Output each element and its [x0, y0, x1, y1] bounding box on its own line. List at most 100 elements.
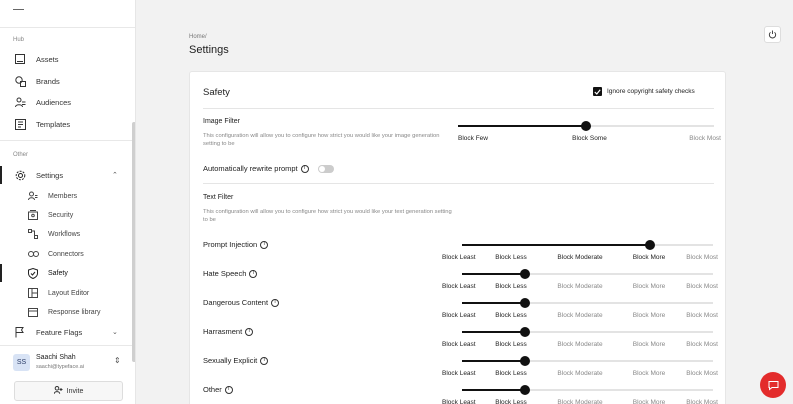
slider-option-label[interactable]: Block Less [495, 254, 526, 261]
divider [0, 140, 135, 141]
slider-option-label[interactable]: Block Most [686, 254, 718, 261]
sidebar-item-label: Members [48, 192, 78, 200]
slider-track[interactable] [462, 385, 713, 395]
text-filter-title: Text Filter [203, 194, 234, 201]
user-account[interactable]: SS Saachi Shah saachi@typeface.ai ⇕ [0, 348, 135, 378]
brands-icon [14, 75, 26, 87]
slider-option-label[interactable]: Block Few [458, 135, 488, 142]
info-icon[interactable]: i [260, 240, 269, 249]
sidebar-item-members[interactable]: Members [0, 187, 128, 205]
switch-account-icon[interactable]: ⇕ [114, 356, 121, 365]
sidebar-item-label: Connectors [48, 250, 84, 258]
slider-option-label[interactable]: Block Moderate [557, 370, 602, 377]
info-icon[interactable]: i [249, 269, 258, 278]
sidebar-item-workflows[interactable]: Workflows [0, 225, 128, 243]
chat-button[interactable] [760, 372, 786, 398]
slider-thumb[interactable] [519, 269, 530, 279]
slider-fill [462, 360, 525, 362]
slider-option-label[interactable]: Block Less [495, 312, 526, 319]
slider-option-label[interactable]: Block Some [572, 135, 607, 142]
slider-option-label[interactable]: Block Most [689, 135, 721, 142]
slider-option-label[interactable]: Block Least [442, 341, 476, 348]
sidebar-item-layout-editor[interactable]: Layout Editor [0, 284, 128, 302]
info-icon[interactable]: i [224, 385, 233, 394]
chevron-up-icon[interactable]: ⌃ [112, 171, 118, 179]
info-icon[interactable]: i [245, 327, 254, 336]
slider-option-label[interactable]: Block Least [442, 312, 476, 319]
image-filter-title: Image Filter [203, 118, 240, 125]
slider-option-label[interactable]: Block Moderate [557, 283, 602, 290]
slider-option-label[interactable]: Block Least [442, 254, 476, 261]
sidebar-item-feature-flags[interactable]: Feature Flags ⌄ [0, 323, 128, 341]
info-icon[interactable]: i [260, 356, 269, 365]
menu-icon[interactable] [13, 9, 24, 10]
slider-thumb[interactable] [645, 240, 656, 250]
slider-option-label[interactable]: Block Less [495, 370, 526, 377]
slider-track[interactable] [462, 298, 713, 308]
slider-option-label[interactable]: Block Less [495, 283, 526, 290]
slider-option-label[interactable]: Block Least [442, 283, 476, 290]
auto-rewrite-toggle[interactable] [317, 164, 334, 173]
sidebar-item-brands[interactable]: Brands [0, 72, 128, 90]
gear-icon [14, 169, 26, 181]
info-icon[interactable]: i [271, 298, 280, 307]
ignore-copyright-label: Ignore copyright safety checks [607, 88, 695, 95]
slider-track[interactable] [462, 240, 713, 250]
slider-option-label[interactable]: Block Most [686, 399, 718, 404]
divider [203, 183, 714, 184]
slider-track[interactable] [462, 269, 713, 279]
slider-thumb[interactable] [519, 385, 530, 395]
auto-rewrite-label: Automatically rewrite prompt [203, 164, 298, 173]
slider-thumb[interactable] [519, 298, 530, 308]
slider-thumb[interactable] [519, 356, 530, 366]
text-filter-row-label: Harrasment i [203, 327, 254, 336]
slider-fill [462, 331, 525, 333]
sidebar-item-assets[interactable]: Assets [0, 50, 128, 68]
sidebar-item-templates[interactable]: Templates [0, 115, 128, 133]
slider-track[interactable] [458, 121, 714, 131]
sidebar-item-settings[interactable]: Settings ⌃ [0, 166, 128, 184]
breadcrumb[interactable]: Home/ [189, 34, 207, 40]
section-label-other: Other [13, 152, 29, 158]
row-label-text: Harrasment [203, 327, 243, 336]
ignore-copyright-checkbox[interactable]: Ignore copyright safety checks [593, 87, 695, 96]
slider-thumb[interactable] [519, 327, 530, 337]
slider-option-label[interactable]: Block Moderate [557, 254, 602, 261]
row-label-text: Other [203, 385, 222, 394]
slider-track[interactable] [462, 327, 713, 337]
slider-option-label[interactable]: Block Least [442, 370, 476, 377]
checkbox-checked-icon[interactable] [593, 87, 602, 96]
invite-button[interactable]: Invite [14, 381, 123, 401]
slider-option-label[interactable]: Block More [633, 283, 666, 290]
slider-option-label[interactable]: Block Moderate [557, 312, 602, 319]
slider-thumb[interactable] [581, 121, 591, 131]
sidebar-item-audiences[interactable]: Audiences [0, 93, 128, 111]
sidebar-item-response-library[interactable]: Response library [0, 303, 128, 321]
sidebar-item-connectors[interactable]: Connectors [0, 245, 128, 263]
slider-track[interactable] [462, 356, 713, 366]
slider-option-label[interactable]: Block Less [495, 399, 526, 404]
slider-option-label[interactable]: Block More [633, 370, 666, 377]
sidebar-scrollbar[interactable] [132, 122, 135, 362]
power-icon[interactable] [764, 26, 781, 43]
slider-option-label[interactable]: Block Most [686, 283, 718, 290]
info-icon[interactable]: i [300, 164, 309, 173]
slider-option-label[interactable]: Block Most [686, 370, 718, 377]
slider-option-label[interactable]: Block Most [686, 341, 718, 348]
slider-option-label[interactable]: Block More [633, 399, 666, 404]
sidebar-item-label: Workflows [48, 230, 81, 238]
slider-option-label[interactable]: Block Least [442, 399, 476, 404]
slider-option-label[interactable]: Block More [633, 254, 666, 261]
slider-option-label[interactable]: Block More [633, 312, 666, 319]
slider-option-label[interactable]: Block Less [495, 341, 526, 348]
sidebar-item-security[interactable]: Security [0, 206, 128, 224]
page-title: Settings [189, 44, 229, 56]
chevron-down-icon[interactable]: ⌄ [112, 328, 118, 336]
slider-option-label[interactable]: Block More [633, 341, 666, 348]
user-name: Saachi Shah [36, 354, 76, 361]
sidebar-item-safety[interactable]: Safety [0, 264, 128, 282]
chat-icon [768, 380, 778, 391]
slider-option-label[interactable]: Block Moderate [557, 399, 602, 404]
slider-option-label[interactable]: Block Most [686, 312, 718, 319]
slider-option-label[interactable]: Block Moderate [557, 341, 602, 348]
